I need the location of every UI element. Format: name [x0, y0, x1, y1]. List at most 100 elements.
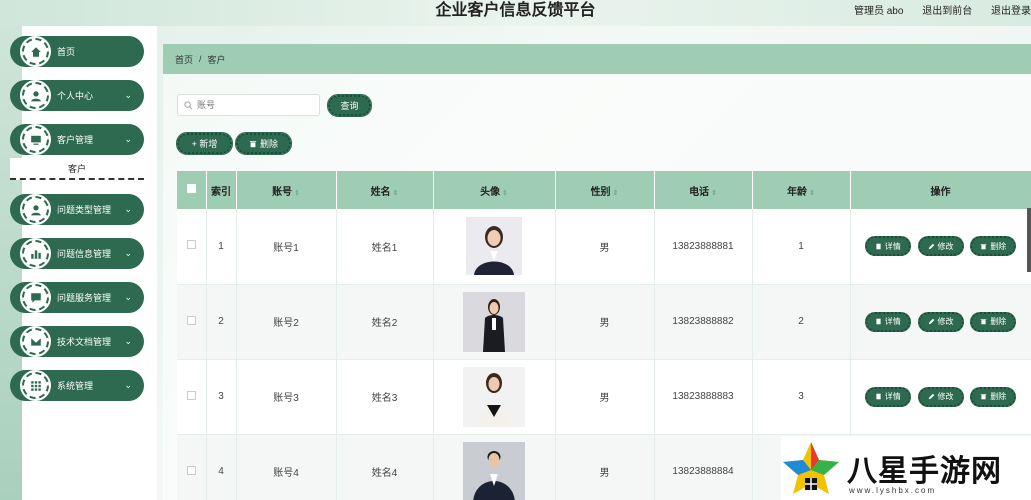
- cell-account: 账号1: [236, 209, 337, 285]
- sidebar-item-customers[interactable]: 客户管理 ⌄: [10, 124, 144, 155]
- breadcrumb-current: 客户: [207, 54, 226, 65]
- column-header-name[interactable]: 姓名 ⇕: [336, 171, 434, 209]
- monitor-icon: [20, 124, 51, 155]
- admin-label: 管理员 abo: [853, 6, 904, 17]
- cell-account: 账号4: [236, 434, 337, 500]
- sidebar-item-label: 首页: [57, 47, 76, 57]
- column-header-index: 索引: [206, 171, 237, 209]
- sidebar-item-label: 个人中心: [57, 91, 94, 101]
- exit-console-link[interactable]: 退出到前台: [922, 6, 972, 17]
- table-row: 1 账号1 姓名1 男 13823888881 1 详情 修改 删除: [177, 209, 1031, 285]
- cell-index: 2: [206, 284, 237, 360]
- avatar-photo: [463, 441, 525, 500]
- column-header-gender[interactable]: 性别 ⇕: [555, 171, 655, 209]
- detail-button[interactable]: 详情: [864, 236, 911, 257]
- cell-actions: 详情 修改 删除: [850, 209, 1031, 285]
- sidebar-item-label: 客户管理: [57, 135, 94, 145]
- breadcrumb-home[interactable]: 首页: [175, 53, 193, 66]
- sidebar-item-issue-types[interactable]: 问题类型管理 ⌄: [10, 194, 144, 225]
- cell-actions: 详情 修改 删除: [850, 284, 1031, 360]
- cell-phone: 13823888883: [654, 359, 753, 435]
- sort-icon[interactable]: ⇕: [613, 190, 619, 197]
- edit-button[interactable]: 修改: [917, 386, 964, 407]
- sidebar-item-issue-service[interactable]: 问题服务管理 ⌄: [10, 282, 144, 313]
- sidebar-item-home[interactable]: 首页: [10, 36, 144, 67]
- batch-delete-button[interactable]: 删除: [235, 132, 292, 155]
- sort-icon[interactable]: ⇕: [809, 190, 815, 197]
- row-checkbox[interactable]: [186, 465, 196, 475]
- chevron-down-icon: ⌄: [124, 292, 132, 302]
- search-field[interactable]: [177, 94, 320, 116]
- sort-icon[interactable]: ⇕: [294, 190, 300, 197]
- cell-name: 姓名1: [336, 209, 434, 285]
- grid-icon: [20, 370, 51, 401]
- sort-icon[interactable]: ⇕: [502, 190, 508, 197]
- column-header-age[interactable]: 年龄 ⇕: [752, 171, 851, 209]
- sidebar-subitem-customer[interactable]: 客户: [10, 158, 144, 180]
- search-icon: [184, 100, 193, 109]
- delete-button[interactable]: 删除: [970, 386, 1017, 407]
- chevron-down-icon: ⌄: [124, 90, 132, 100]
- search-button[interactable]: 查询: [327, 94, 372, 117]
- column-header-avatar[interactable]: 头像 ⇕: [433, 171, 556, 209]
- table-row: 2 账号2 姓名2 男 13823888882 2 详情 修改 删除: [177, 284, 1031, 360]
- detail-button[interactable]: 详情: [864, 386, 911, 407]
- delete-button[interactable]: 删除: [970, 311, 1017, 332]
- sort-icon[interactable]: ⇕: [393, 190, 399, 197]
- main-content: 首页 / 客户 查询 + 新增 删除 索引 账号⇕ 姓名⇕ 头: [163, 44, 1031, 500]
- chart-icon: [20, 238, 51, 269]
- chevron-down-icon: ⌄: [124, 380, 132, 390]
- cell-gender: 男: [555, 434, 655, 500]
- cell-account: 账号3: [236, 359, 337, 435]
- pencil-icon: [928, 243, 934, 250]
- select-all-cell[interactable]: [177, 171, 207, 209]
- cell-name: 姓名4: [336, 434, 434, 500]
- sidebar-item-personal[interactable]: 个人中心 ⌄: [10, 80, 144, 111]
- sidebar-item-label: 问题服务管理: [57, 293, 112, 303]
- home-icon: [20, 36, 51, 67]
- cell-index: 1: [206, 209, 237, 285]
- sidebar-item-issue-info[interactable]: 问题信息管理 ⌄: [10, 238, 144, 269]
- sidebar-item-tech-docs[interactable]: 技术文档管理 ⌄: [10, 326, 144, 357]
- scrollbar-thumb[interactable]: [1027, 208, 1031, 272]
- row-checkbox[interactable]: [186, 315, 196, 325]
- row-checkbox[interactable]: [186, 390, 196, 400]
- cell-phone: 13823888882: [654, 284, 753, 360]
- table-header-row: 索引 账号 ⇕ 姓名 ⇕ 头像 ⇕ 性别 ⇕ 电话 ⇕ 年龄 ⇕ 操作: [177, 171, 1031, 209]
- header-actions: 管理员 abo 退出到前台 退出登录: [838, 2, 1031, 17]
- avatar-photo: [463, 291, 525, 352]
- column-header-account[interactable]: 账号 ⇕: [236, 171, 337, 209]
- logout-link[interactable]: 退出登录: [991, 6, 1031, 17]
- detail-button[interactable]: 详情: [864, 311, 911, 332]
- cell-name: 姓名3: [336, 359, 434, 435]
- star-logo-icon: [783, 442, 839, 494]
- edit-button[interactable]: 修改: [917, 236, 964, 257]
- sidebar-item-label: 问题类型管理: [57, 205, 112, 215]
- sidebar-item-label: 系统管理: [57, 381, 94, 391]
- sidebar-item-label: 问题信息管理: [57, 249, 112, 259]
- email-icon: [20, 326, 51, 357]
- chat-icon: [20, 282, 51, 313]
- cell-age: 3: [752, 359, 851, 435]
- pencil-icon: [928, 393, 934, 400]
- sort-icon[interactable]: ⇕: [711, 190, 717, 197]
- document-icon: [876, 393, 881, 400]
- cell-actions: 详情 修改 删除: [850, 359, 1031, 435]
- delete-button[interactable]: 删除: [970, 236, 1017, 257]
- edit-button[interactable]: 修改: [917, 311, 964, 332]
- cell-age: 2: [752, 284, 851, 360]
- chevron-down-icon: ⌄: [124, 248, 132, 258]
- add-button-label: 新增: [199, 139, 218, 149]
- row-checkbox[interactable]: [186, 240, 196, 250]
- sidebar-item-label: 技术文档管理: [57, 337, 112, 347]
- cell-phone: 13823888881: [654, 209, 753, 285]
- column-header-phone[interactable]: 电话 ⇕: [654, 171, 753, 209]
- add-button[interactable]: + 新增: [176, 132, 233, 155]
- document-icon: [876, 243, 881, 250]
- sidebar-item-system[interactable]: 系统管理 ⌄: [10, 370, 144, 401]
- cell-gender: 男: [555, 209, 655, 285]
- avatar-photo: [466, 217, 522, 276]
- search-input[interactable]: [197, 100, 307, 110]
- select-all-checkbox[interactable]: [186, 184, 196, 193]
- trash-icon: [980, 394, 987, 400]
